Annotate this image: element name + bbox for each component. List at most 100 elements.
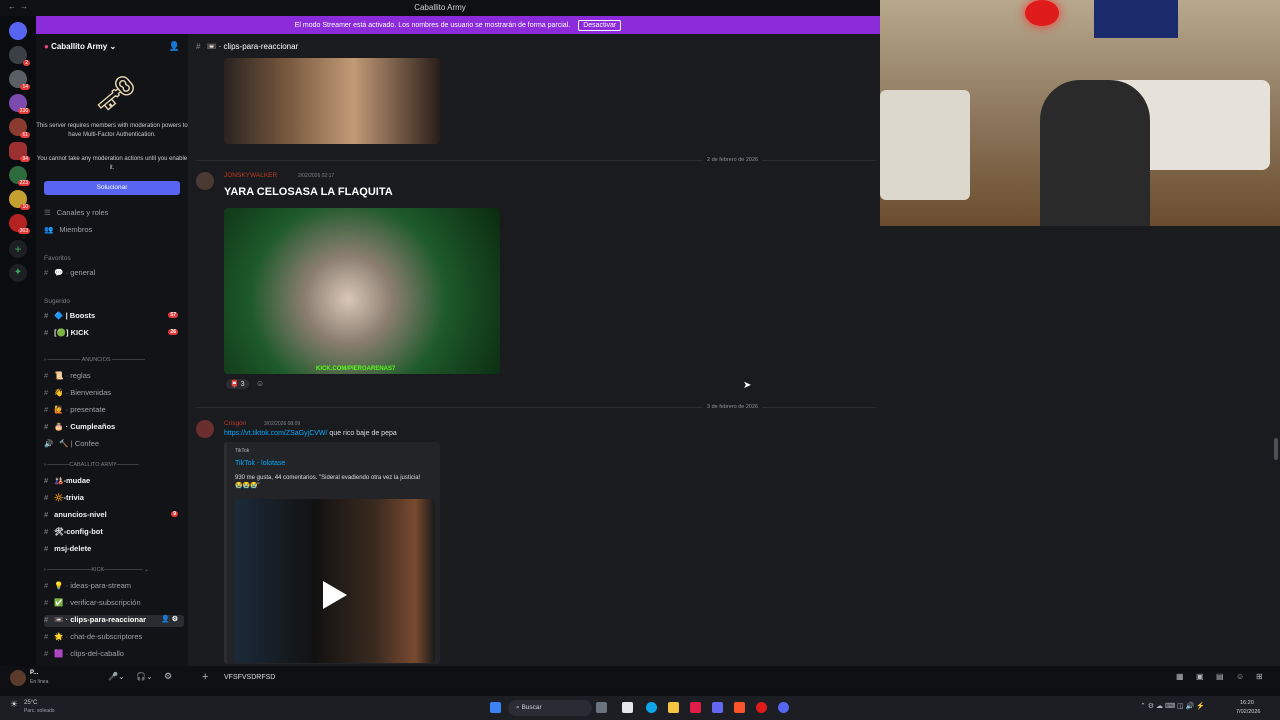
- message-author[interactable]: Crisgon: [224, 420, 246, 427]
- message-timestamp: 2/02/2026 02:17: [298, 173, 335, 179]
- brave-icon[interactable]: [734, 702, 745, 713]
- server-icon[interactable]: 61: [9, 118, 30, 138]
- category-anuncios[interactable]: › ―――――― ANUNCIOS ――――――: [44, 357, 145, 363]
- microphone-icon[interactable]: 🎤⌄: [108, 672, 125, 681]
- channel-boosts[interactable]: # 🔷 | Boosts 57: [44, 311, 184, 323]
- direct-messages-icon[interactable]: [9, 22, 27, 40]
- emoji-icon[interactable]: ☺: [1236, 672, 1244, 681]
- link-embed: TikTok TikTok - lolotase 930 me gusta, 4…: [224, 442, 440, 664]
- folder-icon[interactable]: [668, 702, 679, 713]
- solve-button[interactable]: Solucionar: [44, 181, 180, 195]
- message-input-bar: + VFSFVSDRFSD ▦ ▣ ▤ ☺ ⊞: [188, 666, 1280, 690]
- server-icon[interactable]: 14: [9, 70, 30, 90]
- channel-chat-de-subscriptores[interactable]: # 🌟 · chat-de-subscriptores: [44, 632, 184, 644]
- chevron-down-icon: ⌄: [109, 42, 117, 51]
- clock-time: 16:20: [1240, 700, 1254, 706]
- mouse-cursor-icon: ➤: [743, 380, 752, 391]
- avatar[interactable]: [10, 670, 26, 686]
- apps-icon[interactable]: ⊞: [1256, 672, 1263, 681]
- tray-icons[interactable]: ⌃ ⚙ ☁ ⌨ ◫ 🔊 ⚡: [1140, 702, 1205, 710]
- channel-msj-delete[interactable]: # msj-delete: [44, 544, 184, 556]
- taskbar: ☀ 25°C Parc. soleado ⌕ Buscar ⌃ ⚙ ☁ ⌨ ◫ …: [0, 696, 1280, 720]
- gift-icon[interactable]: ▦: [1176, 672, 1184, 681]
- date-divider: [196, 160, 876, 161]
- channel-kick[interactable]: # [🟢] KICK 26: [44, 328, 184, 340]
- channel-sidebar: ● Caballito Army ⌄ 👤 🗝 This server requi…: [36, 34, 188, 666]
- channel-reglas[interactable]: # 📜 · reglas: [44, 371, 184, 383]
- attachment-image[interactable]: [224, 58, 440, 144]
- members-link[interactable]: 👥 Miembros: [44, 225, 184, 237]
- message-text: que rico baje de pepa: [329, 430, 397, 437]
- embed-title[interactable]: TikTok - lolotase: [235, 460, 285, 467]
- streamer: [1040, 80, 1150, 226]
- channel-trivia[interactable]: # 🔆-trivia: [44, 493, 184, 505]
- weather-desc: Parc. soleado: [24, 708, 55, 714]
- clock-date: 7/02/2026: [1236, 709, 1261, 715]
- channel-settings-icon[interactable]: 👤 ⚙: [161, 615, 178, 623]
- start-icon[interactable]: [490, 702, 501, 713]
- sticker-icon[interactable]: ▤: [1216, 672, 1224, 681]
- channel-header: # 📼 · clips-para-reaccionar: [196, 42, 299, 51]
- streamer-mode-banner: El modo Streamer está activado. Los nomb…: [36, 16, 880, 34]
- chat-area: # 📼 · clips-para-reaccionar 2 de febrero …: [188, 34, 880, 666]
- attachment-image[interactable]: KICK.COM/PIEROARENAS7: [224, 208, 500, 374]
- edge-icon[interactable]: [646, 702, 657, 713]
- discover-icon[interactable]: ✦: [9, 264, 27, 282]
- message-author[interactable]: JONSKYWALKER: [224, 172, 277, 179]
- avatar[interactable]: [196, 172, 214, 190]
- category-kick[interactable]: › ――――――――KICK――――――― ⌄: [44, 567, 149, 573]
- channel-cumpleanos[interactable]: # 🎂 · Cumpleaños: [44, 422, 184, 434]
- add-server-icon[interactable]: +: [9, 240, 27, 258]
- reaction-chip[interactable]: 📮 3: [226, 379, 249, 389]
- channel-bienvenidas[interactable]: # 👋 · Bienvenidas: [44, 388, 184, 400]
- gif-icon[interactable]: ▣: [1196, 672, 1204, 681]
- weather-icon[interactable]: ☀: [10, 699, 18, 710]
- channel-config-bot[interactable]: # 🛠-config-bot: [44, 527, 184, 539]
- channel-ideas-para-stream[interactable]: # 💡 · ideas-para-stream: [44, 581, 184, 593]
- teams-icon[interactable]: [712, 702, 723, 713]
- channel-verificar-subscripcion[interactable]: # ✅ · verificar-subscripción: [44, 598, 184, 610]
- channel-presentate[interactable]: # 🙋 · presentate: [44, 405, 184, 417]
- channel-mudae[interactable]: # 🎎-mudae: [44, 476, 184, 488]
- message-content: https://vt.tiktok.com/ZSaGyjCVW/ que ric…: [224, 430, 397, 437]
- message-link[interactable]: https://vt.tiktok.com/ZSaGyjCVW/: [224, 430, 327, 437]
- app-icon[interactable]: [596, 702, 607, 713]
- channel-clips-para-reaccionar[interactable]: # 📼 · clips-para-reaccionar 👤 ⚙: [44, 615, 184, 627]
- channel-anuncios-nivel[interactable]: # anuncios-nivel 9: [44, 510, 184, 522]
- app-icon[interactable]: [690, 702, 701, 713]
- embed-provider: TikTok: [235, 448, 250, 454]
- server-icon[interactable]: 263: [9, 214, 30, 234]
- channel-confee[interactable]: 🔊 🔨 | Confee: [44, 439, 184, 451]
- reaction-icon: 📼: [206, 42, 217, 51]
- server-icon[interactable]: 2: [9, 46, 30, 66]
- server-icon[interactable]: 10: [9, 190, 30, 210]
- category-caballito-army[interactable]: › ――――CABALLITO ARMY――――: [44, 462, 139, 468]
- avatar[interactable]: [196, 420, 214, 438]
- play-icon[interactable]: [323, 581, 347, 609]
- user-status: En línea: [30, 679, 49, 685]
- server-name[interactable]: ● Caballito Army ⌄: [44, 42, 116, 51]
- channels-roles-link[interactable]: ☰ Canales y roles: [44, 208, 184, 220]
- server-icon[interactable]: 236: [9, 94, 30, 114]
- embed-video[interactable]: [235, 499, 435, 663]
- channel-general[interactable]: # 💬 · general: [44, 268, 184, 280]
- message-input[interactable]: VFSFVSDRFSD: [224, 674, 275, 681]
- task-view-icon[interactable]: [622, 702, 633, 713]
- deactivate-button[interactable]: Desactivar: [578, 19, 622, 31]
- add-member-icon[interactable]: 👤: [169, 41, 180, 52]
- discord-icon[interactable]: [778, 702, 789, 713]
- server-icon[interactable]: 223: [9, 166, 30, 186]
- gear-icon[interactable]: ⚙: [164, 671, 172, 682]
- obs-icon[interactable]: [756, 702, 767, 713]
- user-panel: P... En línea 🎤⌄ 🎧⌄ ⚙: [0, 666, 188, 690]
- server-icon-caballito-army[interactable]: 94: [9, 142, 30, 162]
- channel-clips-del-caballo[interactable]: # 🟪 · clips-del-caballo: [44, 649, 184, 661]
- headset-icon[interactable]: 🎧⌄: [136, 672, 153, 681]
- banner-text: El modo Streamer está activado. Los nomb…: [294, 21, 571, 29]
- date-label: 3 de febrero de 2026: [703, 404, 763, 410]
- add-attachment-icon[interactable]: +: [202, 671, 208, 683]
- scrollbar[interactable]: [1274, 438, 1278, 460]
- add-reaction-icon[interactable]: ☺: [256, 379, 264, 388]
- search-box[interactable]: ⌕ Buscar: [508, 700, 592, 716]
- weather-temp: 25°C: [24, 700, 38, 706]
